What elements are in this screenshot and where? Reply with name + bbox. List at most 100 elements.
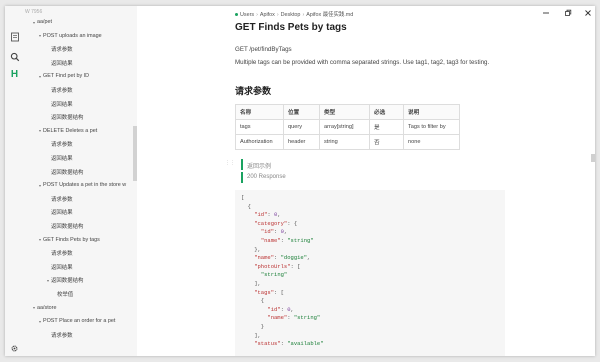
tree-leaf[interactable]: 请求参数 <box>45 44 73 54</box>
tree-item-label: POST Place an order for a pet <box>43 318 116 325</box>
tree-item-label: 枚举值 <box>57 292 74 298</box>
params-heading: 请求参数 <box>235 86 272 96</box>
tree-leaf[interactable]: 枚举值 <box>51 289 73 299</box>
table-cell: array[string] <box>319 119 370 135</box>
tree-leaf[interactable]: 返回结果 <box>45 58 73 68</box>
tree-leaf[interactable]: 返回结果 <box>45 262 73 272</box>
breadcrumb-item[interactable]: Apifox 最佳实践.md <box>306 12 353 18</box>
table-header: 类型 <box>319 104 370 120</box>
tree-item-label: GET Finds Pets by tags <box>43 236 100 243</box>
table-cell: Authorization <box>235 134 284 150</box>
tree-item-label: DELETE Deletes a pet <box>43 127 98 134</box>
tree-section[interactable]: ▾ POST uploads an image <box>37 31 102 41</box>
search-icon[interactable] <box>8 50 21 63</box>
tree-item-label: 请求参数 <box>51 88 73 94</box>
table-cell: 否 <box>369 134 404 150</box>
tree-item-label: 返回结果 <box>51 264 73 271</box>
code-line: } <box>241 322 265 330</box>
code-line: "id": 0, <box>267 305 294 313</box>
code-line: "name": "doggie", <box>254 254 311 262</box>
code-line: "id": 0, <box>260 228 288 236</box>
chevron-right-icon: › <box>256 12 258 18</box>
chevron-right-icon: › <box>276 12 279 18</box>
outline-icon[interactable]: H <box>8 68 21 81</box>
tree-section[interactable]: ▾ GET Find pet by ID <box>37 71 89 81</box>
tree-leaf[interactable]: 返回结果 <box>45 99 73 109</box>
tree-leaf[interactable]: 请求参数 <box>45 194 73 204</box>
blockquote-text: 返回示例 <box>247 164 272 170</box>
blockquote-text: 200 Response <box>247 174 286 180</box>
tree-item-label: 返回结果 <box>51 210 73 217</box>
tree-item-label: 返回数据结构 <box>51 169 84 176</box>
tree-item-label: 返回数据结构 <box>51 115 84 122</box>
sidebar-outline: W 7956 ▾ aa/pet ▾ POST uploads an image 请求参数… <box>23 6 137 356</box>
editor: Users › Apifox › Desktop › Apifox 最佳实践.md GET … <box>137 6 595 356</box>
description-text: Multiple tags can be provided with comma… <box>235 59 490 66</box>
code-line: "tags": [ <box>254 288 284 296</box>
drag-handle-icon[interactable]: ⋮⋮ <box>225 160 235 166</box>
breadcrumb: Users › Apifox › Desktop › Apifox 最佳实践.md <box>235 10 353 18</box>
tree-item-label: aa/pet <box>37 19 52 25</box>
tree-leaf[interactable]: 返回数据结构 <box>45 221 83 231</box>
table-row: tags query array[string] 是 Tags to filte… <box>235 119 460 135</box>
table-cell: none <box>403 134 460 150</box>
code-line: { <box>241 297 265 305</box>
editor-scrollbar[interactable] <box>591 154 595 162</box>
minimize-icon[interactable] <box>541 8 551 18</box>
tree-item-label: 返回数据结构 <box>51 224 84 230</box>
table-cell: 是 <box>369 119 404 135</box>
code-line: }, <box>241 245 261 253</box>
breadcrumb-item[interactable]: Users <box>240 12 254 18</box>
code-line: "status": "available" <box>254 340 324 348</box>
code-line: "name": "string" <box>260 236 314 244</box>
table-header-row: 名称 位置 类型 必选 说明 <box>235 104 460 120</box>
table-cell: Tags to filter by <box>403 119 460 135</box>
blockquote-bar <box>241 172 243 183</box>
params-table: 名称 位置 类型 必选 说明 tags query array[string] … <box>235 104 460 150</box>
blockquote-bar <box>241 159 243 170</box>
code-line: ], <box>241 331 261 339</box>
tree-item-label: aa/store <box>37 304 57 311</box>
tree-leaf[interactable]: 返回结果 <box>45 207 73 217</box>
code-line: { <box>241 202 251 210</box>
table-row: Authorization header string 否 none <box>235 134 460 150</box>
table-cell: header <box>283 134 320 150</box>
activity-bar: H <box>5 6 23 356</box>
tree-leaf[interactable]: ▾ 返回数据结构 <box>45 275 83 285</box>
tree-leaf[interactable]: 返回结果 <box>45 153 73 163</box>
page-title: GET Finds Pets by tags <box>235 22 347 33</box>
tree-leaf[interactable]: 请求参数 <box>45 248 73 258</box>
files-icon[interactable] <box>8 30 21 43</box>
app-window: H W 7956 ▾ aa/pet ▾ POST uploads an image 请求… <box>5 6 595 356</box>
code-block[interactable]: [ { "id": 0, "category": { "id": 0, "nam… <box>235 190 505 356</box>
code-line: "string" <box>260 271 288 279</box>
restore-icon[interactable] <box>563 8 573 18</box>
tree-leaf[interactable]: 返回数据结构 <box>45 112 83 122</box>
close-icon[interactable] <box>583 8 593 18</box>
tree-section[interactable]: ▾ POST Place an order for a pet <box>37 316 115 326</box>
table-header: 位置 <box>283 104 320 120</box>
tree-item-label: 返回结果 <box>51 60 73 67</box>
code-line: "category": { <box>254 219 298 227</box>
tree-item-label: 返回结果 <box>51 156 73 162</box>
tree-leaf[interactable]: 请求参数 <box>45 85 73 95</box>
table-cell: tags <box>235 119 284 135</box>
tree-folder[interactable]: ▾ aa/pet <box>31 17 52 27</box>
tree-folder[interactable]: ▾ aa/store <box>31 303 57 313</box>
tree-item-label: 请求参数 <box>51 251 73 258</box>
gear-icon[interactable] <box>8 342 21 355</box>
tree-leaf[interactable]: 请求参数 <box>45 139 73 149</box>
tree-section[interactable]: ▾ GET Finds Pets by tags <box>37 235 100 245</box>
chevron-right-icon: › <box>302 12 305 18</box>
table-cell: string <box>319 134 370 150</box>
tree-item-label: POST Updates a pet in the store w <box>43 182 127 189</box>
table-cell: query <box>283 119 320 135</box>
tree-section[interactable]: ▾ POST Updates a pet in the store w <box>37 180 126 190</box>
tree-item-label: 请求参数 <box>51 196 73 203</box>
tree-leaf[interactable]: 返回数据结构 <box>45 167 83 177</box>
breadcrumb-item[interactable]: Apifox <box>260 12 275 18</box>
tree-leaf[interactable]: 请求参数 <box>45 330 73 340</box>
tree-section[interactable]: ▾ DELETE Deletes a pet <box>37 126 97 136</box>
table-header: 名称 <box>235 104 284 120</box>
breadcrumb-item[interactable]: Desktop <box>281 12 301 18</box>
